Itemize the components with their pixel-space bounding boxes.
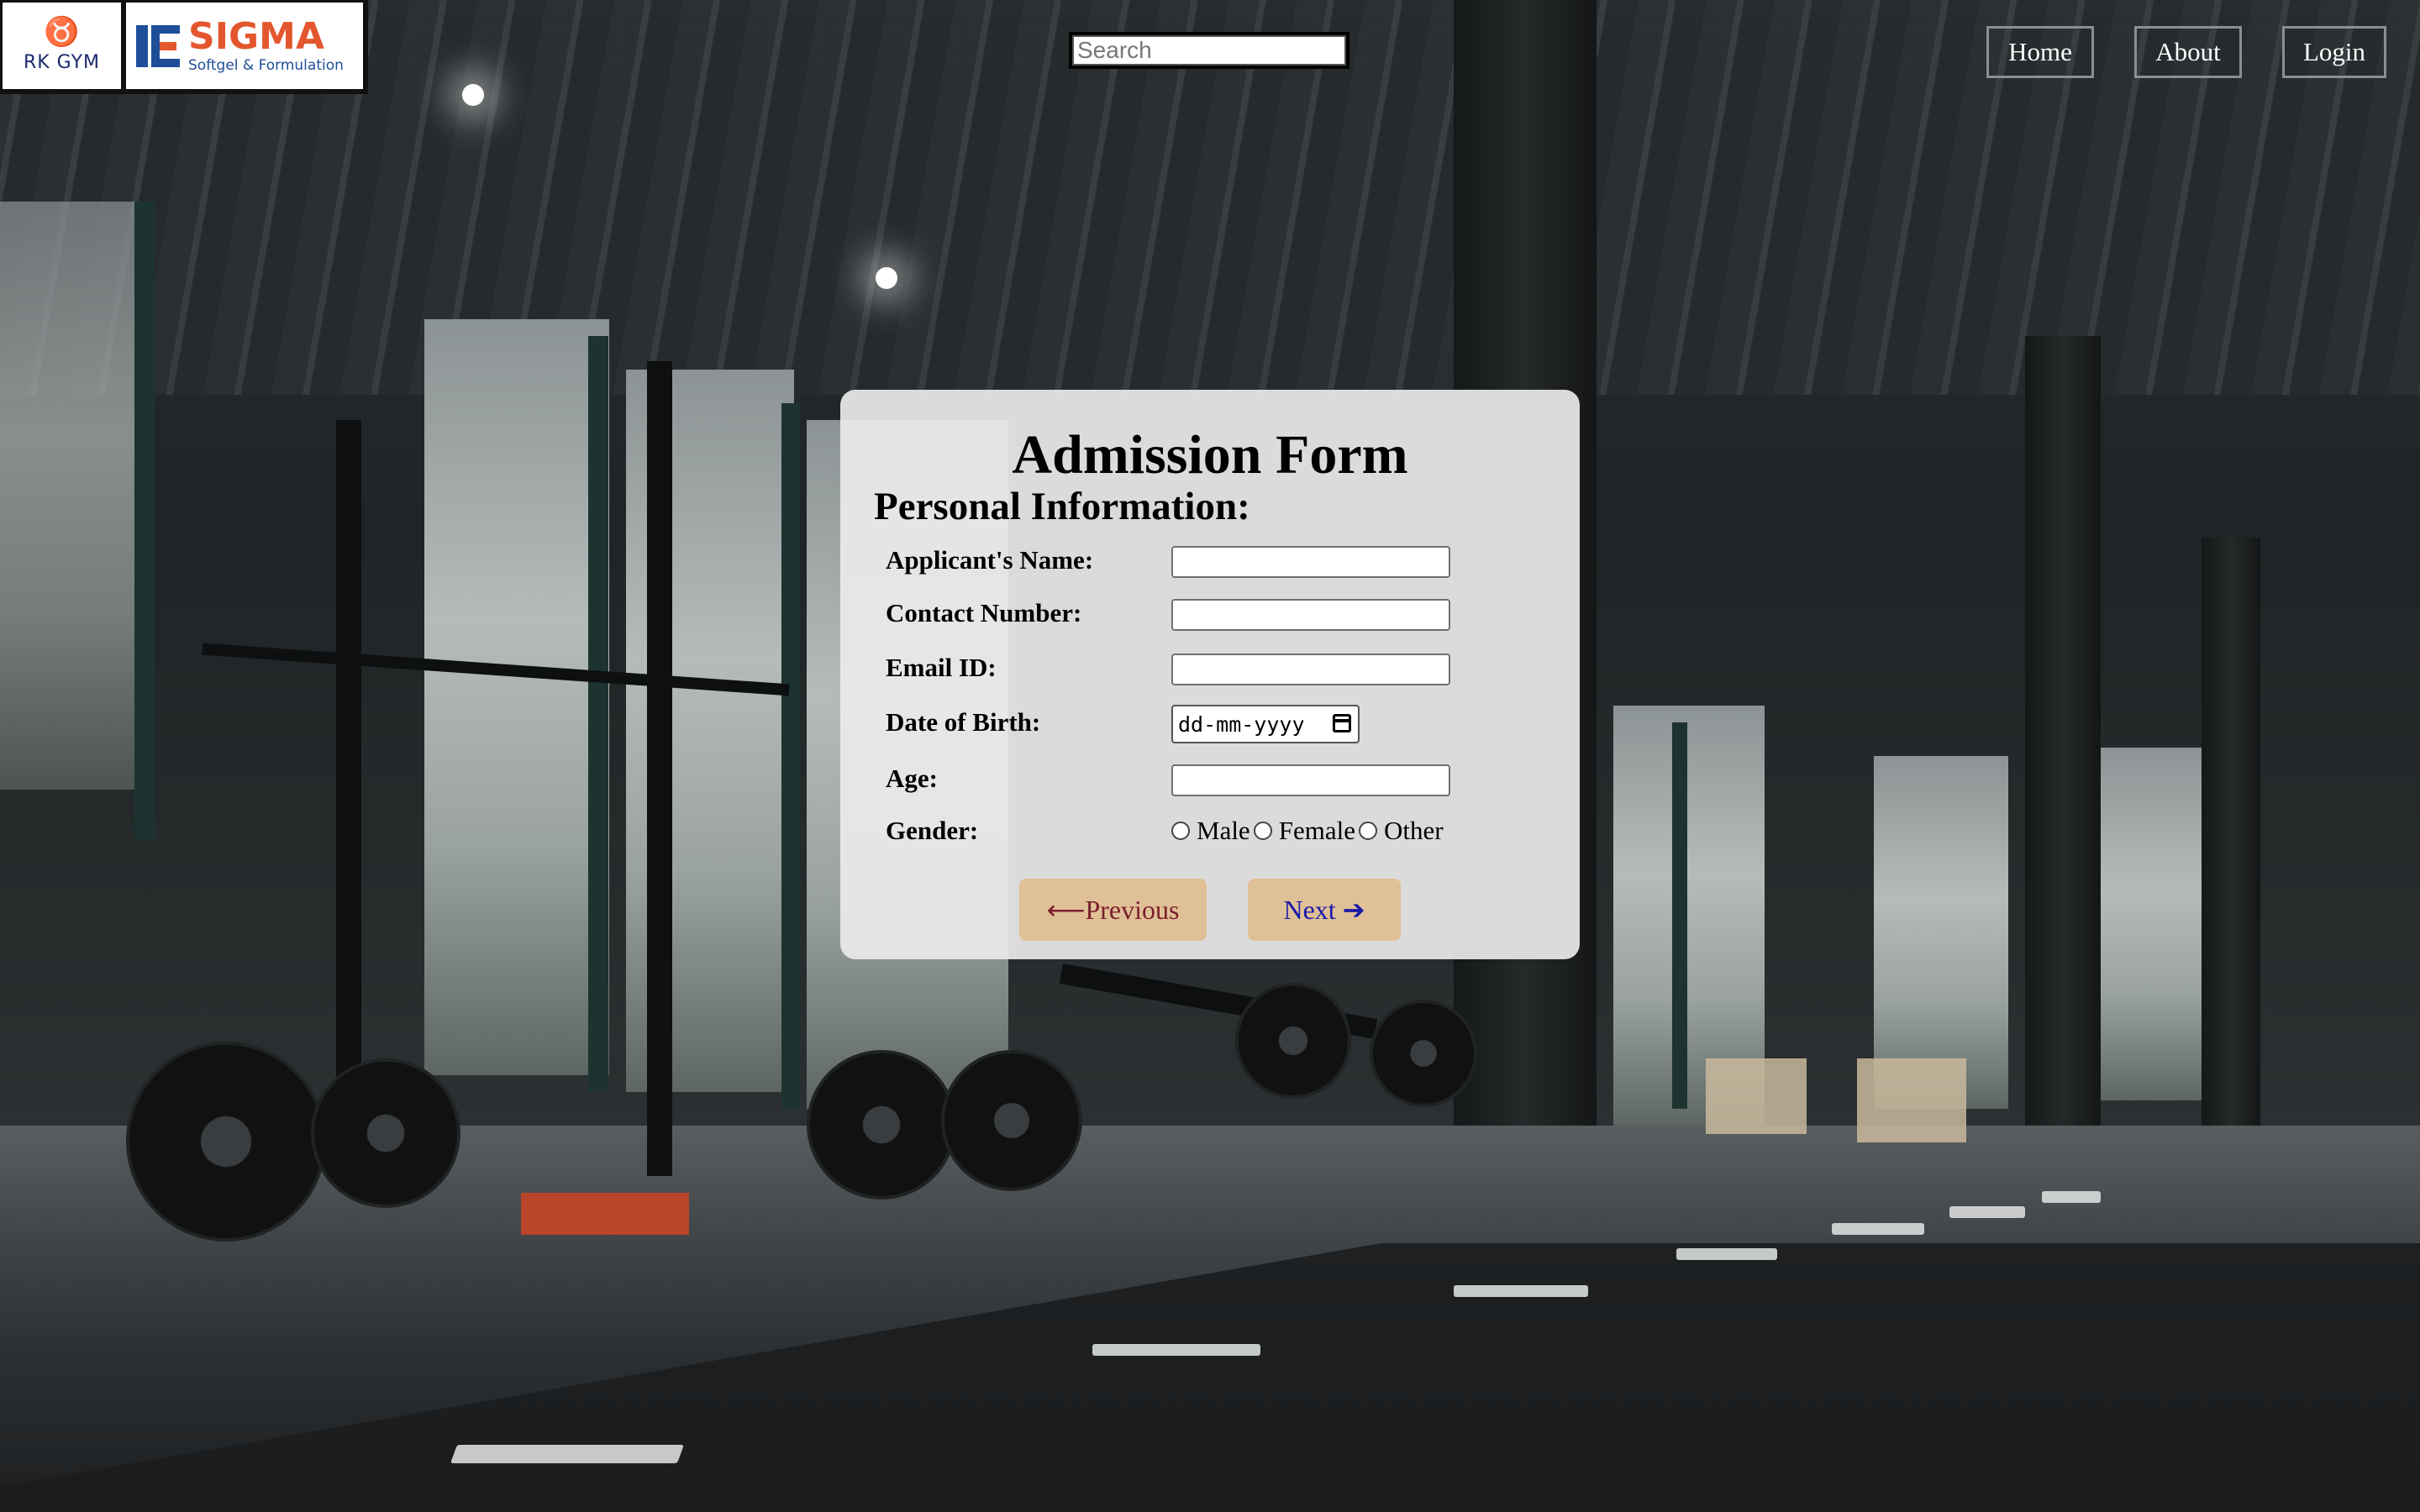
previous-button[interactable]: ⟵Previous (1019, 879, 1207, 941)
next-button[interactable]: Next ➔ (1248, 879, 1401, 941)
applicant-name-row: Applicant's Name: (886, 539, 1558, 581)
dob-date-input[interactable]: dd-mm-yyyy (1171, 705, 1360, 743)
age-input[interactable] (1171, 764, 1450, 796)
nav-home-button[interactable]: Home (1986, 26, 2094, 78)
sigma-mark-icon (136, 24, 180, 67)
dob-label: Date of Birth: (886, 707, 1041, 737)
contact-number-label: Contact Number: (886, 598, 1082, 627)
brand-logos: ♉ RK GYM SIGMA Softgel & Formulation (0, 0, 368, 94)
dob-row: Date of Birth: dd-mm-yyyy (886, 701, 1558, 743)
search-input[interactable] (1072, 35, 1346, 66)
gender-female-label: Female (1278, 816, 1355, 845)
email-label: Email ID: (886, 653, 997, 682)
section-heading: Personal Information: (874, 485, 1250, 528)
gender-other-label: Other (1383, 816, 1444, 845)
admission-form-card: Admission Form Personal Information: App… (840, 390, 1580, 959)
contact-number-row: Contact Number: (886, 592, 1558, 634)
email-row: Email ID: (886, 647, 1558, 689)
nav-about-button[interactable]: About (2134, 26, 2242, 78)
dumbbell-bull-icon: ♉ (44, 17, 80, 48)
applicant-name-input[interactable] (1171, 546, 1450, 578)
rk-gym-logo[interactable]: ♉ RK GYM (3, 3, 121, 89)
applicant-name-label: Applicant's Name: (886, 545, 1094, 575)
nav-login-button[interactable]: Login (2282, 26, 2386, 78)
contact-number-input[interactable] (1171, 599, 1450, 631)
age-row: Age: (886, 758, 1558, 800)
gender-label: Gender: (886, 816, 979, 845)
calendar-icon[interactable] (1333, 714, 1351, 732)
sigma-logo-name: SIGMA (188, 14, 325, 58)
gender-other-radio[interactable] (1358, 822, 1377, 840)
gender-female-radio[interactable] (1253, 822, 1272, 840)
gender-male-label: Male (1197, 816, 1250, 845)
rk-gym-logo-text: RK GYM (23, 52, 101, 73)
sigma-logo[interactable]: SIGMA Softgel & Formulation (126, 3, 363, 89)
form-title: Admission Form (1012, 424, 1408, 486)
email-input[interactable] (1171, 654, 1450, 685)
age-label: Age: (886, 764, 938, 793)
gender-male-radio[interactable] (1171, 822, 1190, 840)
gender-options: Male Female Other (1171, 810, 1444, 852)
dob-placeholder: dd-mm-yyyy (1178, 711, 1305, 737)
gender-row: Gender: Male Female Other (886, 810, 1558, 852)
sigma-logo-tagline: Softgel & Formulation (188, 56, 344, 74)
search-bar (1069, 32, 1349, 69)
